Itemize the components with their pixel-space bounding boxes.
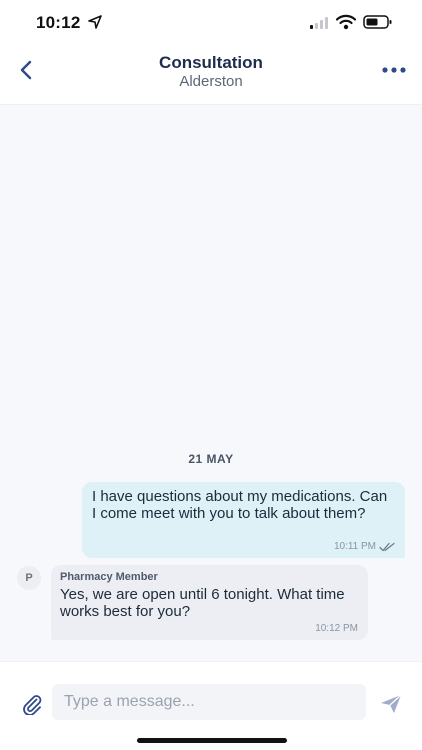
message-input[interactable] — [52, 684, 366, 720]
date-separator: 21 MAY — [188, 452, 234, 466]
more-dots-icon — [382, 67, 406, 73]
message-list[interactable]: 21 MAY I have questions about my medicat… — [0, 105, 422, 661]
location-arrow-icon — [88, 15, 102, 29]
send-icon[interactable] — [379, 693, 403, 715]
status-time: 10:12 — [36, 13, 81, 32]
outgoing-message[interactable]: I have questions about my medications. C… — [82, 482, 405, 558]
message-text: Yes, we are open until 6 tonight. What t… — [60, 586, 345, 620]
sender-name: Pharmacy Member — [60, 571, 158, 583]
home-indicator — [137, 738, 287, 743]
conversation-header: Consultation Alderston — [0, 44, 422, 105]
incoming-message[interactable]: Pharmacy Member Yes, we are open until 6… — [51, 565, 368, 640]
chat-screen: 10:12 Consultation Alderston 21 MAY I ha… — [0, 0, 422, 750]
more-options-button[interactable] — [378, 62, 410, 78]
cellular-signal-icon — [310, 17, 328, 29]
message-time: 10:11 PM — [333, 541, 376, 552]
double-check-icon — [379, 542, 395, 551]
battery-icon — [363, 15, 392, 29]
sender-avatar: P — [17, 566, 41, 590]
conversation-subtitle: Alderston — [179, 73, 243, 90]
paperclip-icon[interactable] — [21, 693, 43, 715]
status-bar: 10:12 — [0, 0, 422, 44]
message-time: 10:12 PM — [315, 623, 358, 634]
conversation-title: Consultation — [159, 53, 263, 72]
message-meta: 10:11 PM — [334, 541, 395, 552]
message-text: I have questions about my medications. C… — [92, 488, 388, 522]
wifi-icon — [336, 14, 356, 30]
message-composer — [0, 661, 422, 750]
